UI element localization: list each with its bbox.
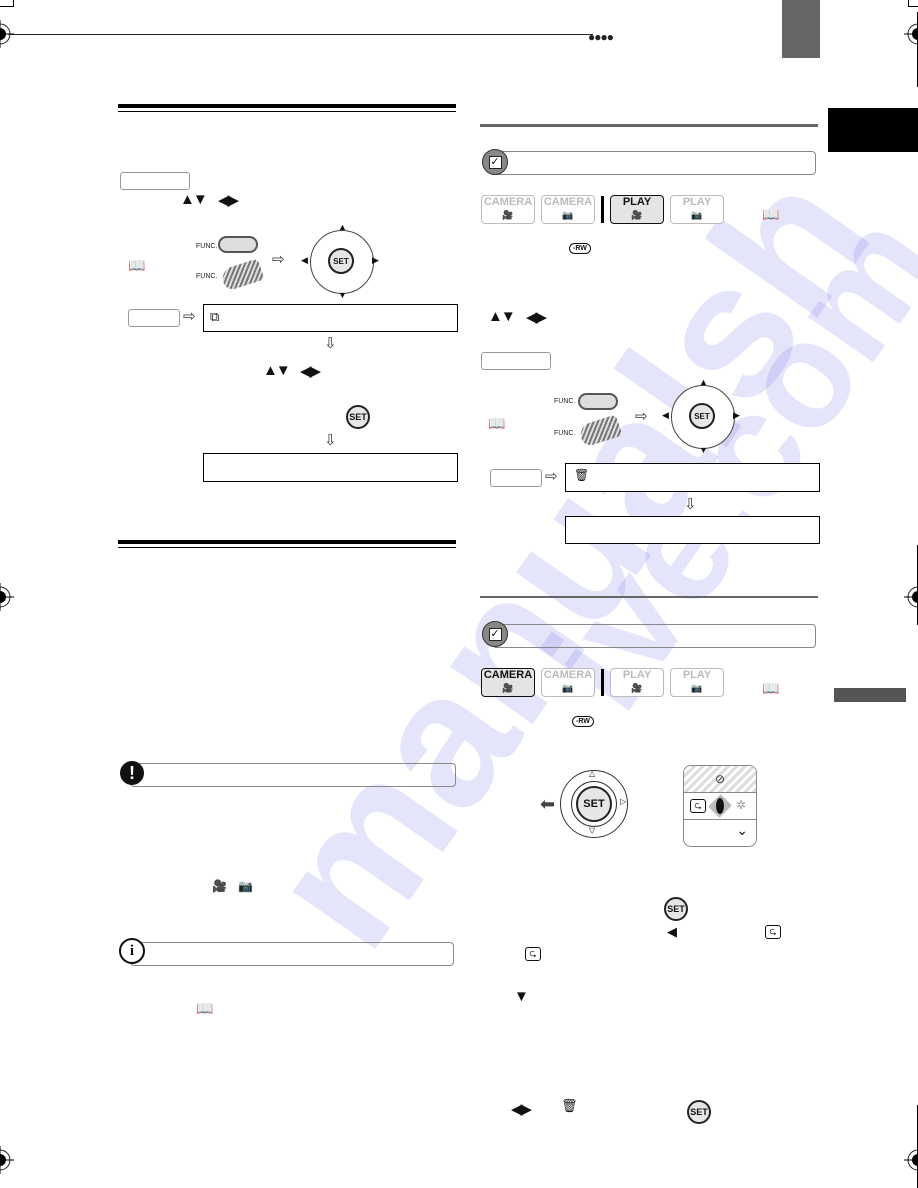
- header-dots: ●●●●: [588, 30, 614, 44]
- loop-icon: ⮎: [765, 925, 781, 939]
- func-button-icon: [218, 236, 258, 253]
- loop-icon: ⮎: [525, 947, 541, 961]
- section-tab: [834, 688, 906, 702]
- set-button-icon: SET: [687, 1100, 711, 1124]
- func-button-icon: [578, 393, 618, 410]
- arrow-right-icon: ⇨: [635, 408, 648, 425]
- mode-play-movie: PLAY 🎥: [610, 668, 664, 697]
- func-label: FUNC.: [196, 243, 218, 250]
- warning-icon: !: [120, 761, 144, 785]
- arrow-right-icon: ⇨: [272, 251, 285, 268]
- set-button-icon: SET: [346, 405, 370, 429]
- left-right-arrows-icon: ◀▶: [300, 363, 321, 380]
- mode-camera-photo: CAMERA 📷: [541, 668, 595, 697]
- chapter-tab-top: [782, 0, 820, 58]
- mode-camera-movie: CAMERA 🎥: [481, 668, 535, 697]
- arrow-down-icon: ⇩: [324, 335, 337, 352]
- mode-camera-movie: CAMERA 🎥: [481, 195, 535, 224]
- lcd-screen-diagram: ⊘ ⮎ ✲ ⌄: [683, 765, 757, 847]
- mode-indicator: CAMERA 🎥 CAMERA 📷 PLAY 🎥 PLAY 📷: [481, 195, 724, 224]
- up-down-arrows-icon: ▲▼: [263, 362, 291, 379]
- checklist-icon: ✓: [482, 149, 508, 175]
- language-tab: [828, 108, 918, 152]
- func-label: FUNC.: [554, 430, 576, 437]
- registration-mark-icon: [904, 1146, 918, 1174]
- menu-label-box: [490, 469, 542, 487]
- func-label: FUNC.: [196, 273, 218, 280]
- push-left-arrow-icon: ⬅: [540, 794, 556, 814]
- mode-camera-photo: CAMERA 📷: [541, 195, 595, 224]
- menu-item-box: ⧉: [203, 304, 458, 332]
- joystick-icon: SET ▲ ▼ ◀ ▶: [301, 222, 379, 300]
- down-arrow-icon: ▼: [514, 988, 529, 1005]
- mode-separator: [601, 196, 604, 223]
- mode-play-photo: PLAY 📷: [670, 668, 724, 697]
- arrow-right-icon: ⇨: [183, 308, 196, 325]
- left-right-arrows-icon: ◀▶: [511, 1101, 532, 1118]
- menu-label-box: [128, 309, 180, 327]
- arrow-down-icon: ⇩: [324, 432, 337, 449]
- registration-mark-icon: [904, 583, 918, 611]
- set-button-icon: SET: [664, 897, 688, 921]
- section-rule: [480, 596, 818, 598]
- book-reference-icon: 📖: [196, 1000, 214, 1016]
- menu-item-icon: ⧉: [210, 309, 220, 324]
- header-rule: [8, 34, 593, 35]
- mode-play-movie: PLAY 🎥: [610, 195, 664, 224]
- registration-mark-icon: [0, 583, 14, 611]
- checklist-bar: [492, 151, 816, 175]
- left-right-arrows-icon: ◀▶: [526, 309, 547, 326]
- func-wheel-icon: [219, 258, 265, 292]
- setting-result-box: [203, 453, 458, 482]
- crop-mark: [908, 0, 918, 7]
- section-rule: [118, 104, 456, 112]
- up-down-arrows-icon: ▲▼: [488, 308, 516, 325]
- mode-indicator: CAMERA 🎥 CAMERA 📷 PLAY 🎥 PLAY 📷: [481, 668, 724, 697]
- delete-icon: 🗑: [574, 468, 590, 482]
- left-arrow-icon: ◀: [667, 924, 677, 939]
- book-reference-icon: 📖: [128, 257, 146, 273]
- trash-icon: 🗑: [561, 1098, 578, 1113]
- menu-item-box: 🗑: [565, 463, 820, 492]
- func-label: FUNC.: [554, 398, 576, 405]
- info-icon: i: [119, 938, 145, 964]
- crop-mark: [0, 0, 14, 7]
- movie-camera-icon: 🎥: [212, 879, 227, 893]
- registration-mark-icon: [0, 1146, 14, 1174]
- up-down-arrows-icon: ▲▼: [180, 191, 208, 208]
- book-reference-icon: 📖: [762, 206, 780, 222]
- book-reference-icon: 📖: [762, 680, 780, 696]
- arrow-right-icon: ⇨: [545, 468, 558, 485]
- mode-play-photo: PLAY 📷: [670, 195, 724, 224]
- checklist-bar: [492, 624, 816, 648]
- checklist-icon: ✓: [482, 621, 508, 647]
- dvd-rw-icon: -RW: [569, 243, 591, 254]
- mode-label-box: [481, 352, 551, 370]
- setting-result-box: [565, 516, 820, 544]
- notes-bar: [130, 942, 454, 966]
- arrow-down-icon: ⇩: [684, 496, 697, 513]
- book-reference-icon: 📖: [488, 415, 506, 431]
- left-right-arrows-icon: ◀▶: [218, 192, 239, 209]
- section-rule: [480, 124, 818, 127]
- joystick-left-icon: SET △ ▽ ▷: [560, 769, 630, 840]
- dvd-rw-icon: -RW: [572, 716, 594, 727]
- registration-mark-icon: [904, 20, 918, 48]
- important-bar: [130, 763, 456, 787]
- photo-camera-icon: 📷: [238, 879, 253, 893]
- section-rule: [118, 540, 456, 548]
- joystick-icon: SET ▲ ▼ ◀ ▶: [662, 377, 740, 455]
- mode-label-box: [120, 172, 190, 190]
- mode-separator: [601, 669, 604, 696]
